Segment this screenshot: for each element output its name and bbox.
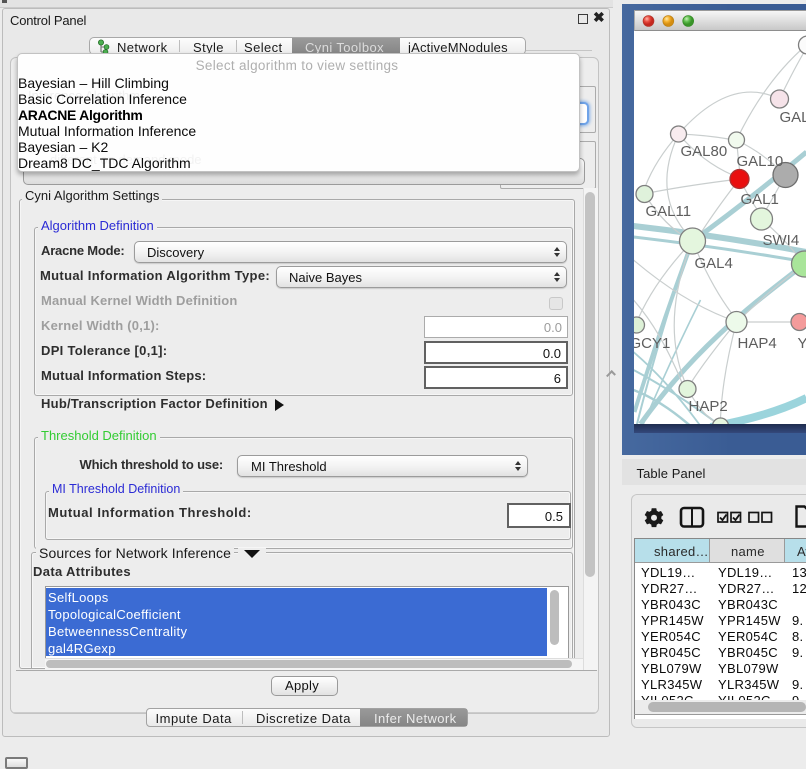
svg-text:GAL4: GAL4: [694, 255, 732, 272]
svg-text:HAP4: HAP4: [737, 335, 776, 352]
svg-text:Y: Y: [797, 335, 806, 352]
svg-text:GCY1: GCY1: [634, 335, 670, 352]
svg-text:GAL8: GAL8: [779, 109, 806, 126]
svg-text:GAL11: GAL11: [645, 203, 691, 220]
svg-text:HAP2: HAP2: [688, 398, 727, 415]
svg-text:GAL10: GAL10: [736, 153, 783, 170]
svg-text:SWI4: SWI4: [762, 232, 799, 249]
svg-text:GAL80: GAL80: [680, 143, 727, 160]
svg-text:GAL1: GAL1: [740, 191, 778, 208]
